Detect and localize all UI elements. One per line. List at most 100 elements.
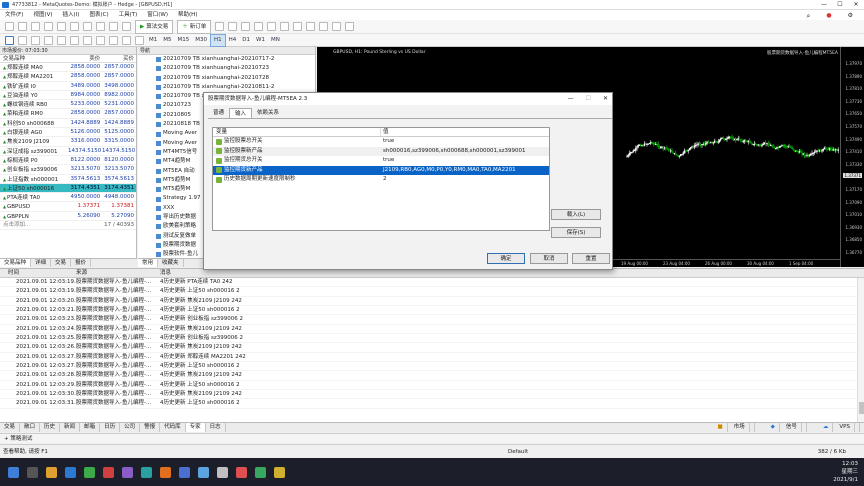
profiles-icon[interactable] [18, 22, 27, 31]
log-row[interactable]: 2021.09.01 12:03:28... 股票期货数据导入-鱼儿编程-... 4… [0, 371, 864, 381]
cancel-button[interactable]: 取消 [530, 253, 568, 264]
market-row[interactable]: ▲螺纹钢连续 RB0 5233.0000 5231.0000 [0, 100, 136, 110]
load-button[interactable]: 载入(L) [551, 209, 601, 220]
zoom-out-icon[interactable] [293, 22, 303, 31]
bar-chart-icon[interactable] [241, 22, 251, 31]
log-row[interactable]: 2021.09.01 12:03:27... 股票期货数据导入-鱼儿编程-... 4… [0, 362, 864, 372]
market-row[interactable]: ▲上证指数 sh000001 3574.5613 3574.5613 [0, 175, 136, 184]
close-icon[interactable]: ✕ [848, 0, 864, 10]
menu-insert[interactable]: 插入(I) [58, 10, 85, 20]
log-row[interactable]: 2021.09.01 12:03:30... 股票期货数据导入-鱼儿编程-... 4… [0, 390, 864, 400]
log-row[interactable]: 2021.09.01 12:03:20... 股票期货数据导入-鱼儿编程-... 4… [0, 297, 864, 307]
add-symbol-row[interactable]: 点击添加... 17 / 40393 [0, 221, 136, 231]
col-ask[interactable]: 买价 [102, 55, 136, 62]
input-value[interactable]: true [381, 156, 549, 166]
dialog-maximize-icon[interactable]: ☐ [586, 93, 591, 105]
app-purple-icon[interactable] [122, 466, 133, 478]
timeframe-mn[interactable]: MN [268, 35, 283, 46]
navigator-icon[interactable] [57, 22, 66, 31]
maximize-icon[interactable]: ☐ [832, 0, 848, 10]
browser-icon[interactable] [65, 466, 76, 478]
vertical-line-icon[interactable] [31, 35, 40, 45]
input-row[interactable]: 监控股票总开关 true [213, 137, 549, 147]
arrows-icon[interactable] [122, 35, 131, 45]
input-value[interactable]: 2 [381, 175, 549, 185]
menu-chart[interactable]: 图表(C) [84, 10, 113, 20]
minimize-icon[interactable]: — [816, 0, 832, 10]
market-row[interactable]: ▲PTA连续 TA0 4950.0000 4948.0000 [0, 193, 136, 203]
log-row[interactable]: 2021.09.01 12:03:27... 股票期货数据导入-鱼儿编程-... 4… [0, 353, 864, 363]
vps-tool[interactable]: ☁ VPS [815, 423, 860, 432]
line-chart-icon[interactable] [267, 22, 277, 31]
crosshair-icon[interactable] [18, 35, 27, 45]
trend-line-icon[interactable] [57, 35, 66, 45]
col-symbol[interactable]: 交易品种 [0, 55, 69, 62]
navigator-item[interactable]: 20210709 TB xianhuanghai-20210811-2 [138, 83, 315, 92]
timeframe-d1[interactable]: D1 [239, 35, 253, 46]
chart-shift-icon[interactable] [332, 22, 342, 31]
market-row[interactable]: ▲郑醇连续 MA2201 2858.0000 2857.0000 [0, 72, 136, 82]
editor-icon[interactable] [96, 22, 105, 31]
terminal-icon[interactable] [109, 22, 118, 31]
app-green-icon[interactable] [255, 466, 266, 478]
sell-icon[interactable] [228, 22, 238, 31]
menu-file[interactable]: 文件(F) [0, 10, 28, 20]
zoom-in-icon[interactable] [280, 22, 290, 31]
log-scrollbar[interactable] [857, 278, 864, 422]
col-source[interactable]: 来源 [76, 269, 160, 277]
scroll-thumb[interactable] [859, 402, 864, 414]
market-watch-icon[interactable] [31, 22, 40, 31]
tab-inputs[interactable]: 输入 [229, 108, 253, 118]
menu-view[interactable]: 视图(V) [28, 10, 57, 20]
market-row[interactable]: ▲科创50 sh000688 1424.8889 1424.8889 [0, 119, 136, 129]
log-row[interactable]: 2021.09.01 12:03:29... 股票期货数据导入-鱼儿编程-... 4… [0, 381, 864, 391]
toolbox-tab[interactable]: 公司 [120, 423, 141, 432]
menu-window[interactable]: 窗口(W) [142, 10, 173, 20]
search-taskbar-icon[interactable] [27, 466, 38, 478]
market-row[interactable]: ▲豆油连续 Y0 8984.0000 8982.0000 [0, 91, 136, 101]
explorer-icon[interactable] [46, 466, 57, 478]
log-row[interactable]: 2021.09.01 12:03:23... 股票期货数据导入-鱼儿编程-... 4… [0, 315, 864, 325]
toolbox-tab[interactable]: 代码库 [160, 423, 186, 432]
dialog-close-icon[interactable]: ✕ [603, 93, 608, 105]
timeframe-w1[interactable]: W1 [253, 35, 268, 46]
log-row[interactable]: 2021.09.01 12:03:26... 股票期货数据导入-鱼儿编程-... 4… [0, 343, 864, 353]
toolbox-tab[interactable]: 敞口 [20, 423, 41, 432]
market-row[interactable]: ▲焦炭2109 J2109 3316.0000 3315.0000 [0, 137, 136, 147]
tab-favorites[interactable]: 收藏夹 [158, 259, 184, 267]
tile-icon[interactable] [306, 22, 316, 31]
data-window-icon[interactable] [44, 22, 53, 31]
text-icon[interactable] [109, 35, 118, 45]
new-order-button[interactable]: ＋新订单 [177, 19, 212, 34]
strategy-tester-bar[interactable]: + 策略测试 [0, 433, 864, 443]
tab-trading[interactable]: 交易 [51, 259, 72, 267]
input-value[interactable]: sh000016,sz399006,sh000688,sh000001,sz39… [381, 147, 549, 157]
system-clock[interactable]: 12:03 星期三 2021/9/1 [833, 460, 858, 484]
log-row[interactable]: 2021.09.01 12:03:19... 股票期货数据导入-鱼儿编程-... 4… [0, 278, 864, 288]
market-row[interactable]: ▲棕榈连续 P0 8122.0000 8120.0000 [0, 156, 136, 166]
input-row[interactable]: 监控期货新产品 J2109,RB0,AG0,M0,P0,Y0,RM0,MA0,TA… [213, 165, 549, 175]
wechat-icon[interactable] [84, 466, 95, 478]
buy-icon[interactable] [215, 22, 225, 31]
screenshot-icon[interactable] [345, 22, 355, 31]
log-row[interactable]: 2021.09.01 12:03:19... 股票期货数据导入-鱼儿编程-... 4… [0, 287, 864, 297]
toolbox-tab[interactable]: 邮箱 [80, 423, 101, 432]
log-row[interactable]: 2021.09.01 12:03:31... 股票期货数据导入-鱼儿编程-... 4… [0, 399, 864, 409]
tab-ticks[interactable]: 报价 [71, 259, 92, 267]
signals-tool[interactable]: ◆ 信号 [763, 423, 807, 432]
market-row[interactable]: ▲铁矿连续 I0 3489.0000 3498.0000 [0, 82, 136, 91]
log-row[interactable]: 2021.09.01 12:03:21... 股票期货数据导入-鱼儿编程-... 4… [0, 306, 864, 316]
timeframe-m1[interactable]: M1 [146, 35, 160, 46]
col-message[interactable]: 消息 [160, 269, 864, 277]
input-row[interactable]: 监控期货总开关 true [213, 156, 549, 166]
market-row[interactable]: ▲创业板指 sz399006 3213.5070 3213.5070 [0, 165, 136, 175]
strategy-tester-icon[interactable] [83, 22, 92, 31]
input-value[interactable]: true [381, 137, 549, 147]
save-button[interactable]: 保存(S) [551, 227, 601, 238]
timeframe-m15[interactable]: M15 [175, 35, 193, 46]
app-gray-icon[interactable] [217, 466, 228, 478]
col-time[interactable]: 时间 [0, 269, 76, 277]
market-row[interactable]: ▲郑醇连续 MA0 2858.0000 2857.0000 [0, 63, 136, 73]
toolbox-tab[interactable]: 警报 [140, 423, 161, 432]
toolbox-tab[interactable]: 专家 [185, 423, 206, 432]
